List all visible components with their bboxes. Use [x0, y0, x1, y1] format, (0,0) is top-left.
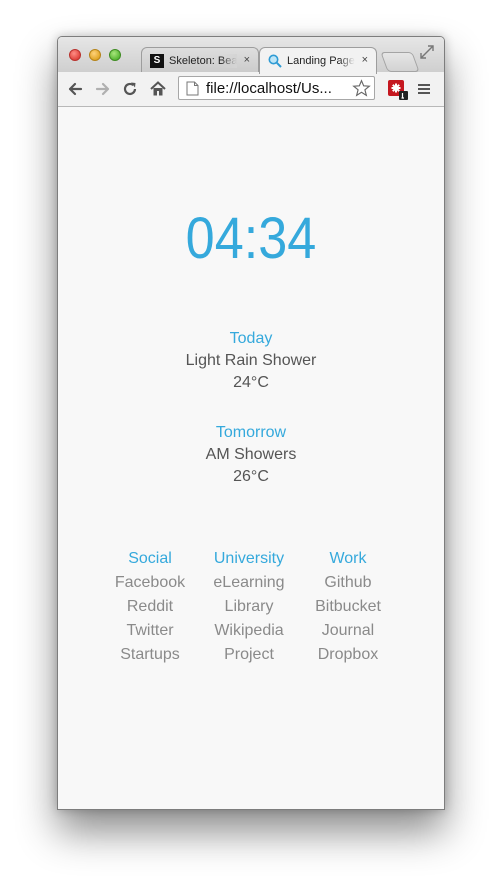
- weather-tomorrow-heading: Tomorrow: [215, 424, 287, 441]
- weather-today-condition: Light Rain Shower: [185, 352, 317, 369]
- link-group-work: Work Github Bitbucket Journal Dropbox: [298, 549, 398, 669]
- tab-title: Skeleton: Beautiful Boilerplate: [169, 54, 237, 68]
- url-text[interactable]: file://localhost/Us...: [206, 80, 346, 97]
- link-elearning[interactable]: eLearning: [199, 573, 299, 597]
- link-group-heading: University: [213, 550, 285, 567]
- link-project[interactable]: Project: [199, 645, 299, 669]
- weather-tomorrow-temp: 26°C: [233, 468, 269, 485]
- link-dropbox[interactable]: Dropbox: [298, 645, 398, 669]
- home-icon[interactable]: [149, 80, 167, 98]
- link-wikipedia[interactable]: Wikipedia: [199, 621, 299, 645]
- new-tab-button[interactable]: [380, 52, 420, 72]
- weather-today-temp: 24°C: [233, 374, 269, 391]
- bookmark-star-icon[interactable]: [352, 79, 371, 98]
- tab-close-icon[interactable]: ×: [362, 53, 368, 67]
- menu-icon[interactable]: [417, 82, 431, 96]
- page-content: 04:34 Today Light Rain Shower 24°C Tomor…: [58, 107, 444, 809]
- tab-title: Landing Page: [287, 54, 355, 68]
- link-bitbucket[interactable]: Bitbucket: [298, 597, 398, 621]
- link-startups[interactable]: Startups: [100, 645, 200, 669]
- link-reddit[interactable]: Reddit: [100, 597, 200, 621]
- weather-tomorrow-condition: AM Showers: [205, 446, 297, 463]
- link-facebook[interactable]: Facebook: [100, 573, 200, 597]
- link-library[interactable]: Library: [199, 597, 299, 621]
- title-bar: S Skeleton: Beautiful Boilerplate × Land…: [58, 37, 444, 74]
- back-arrow-icon[interactable]: [66, 80, 84, 98]
- forward-arrow-icon[interactable]: [94, 80, 112, 98]
- window-maximize-button[interactable]: [109, 49, 121, 61]
- browser-toolbar: file://localhost/Us...: [58, 72, 444, 107]
- link-group-heading: Work: [329, 550, 367, 567]
- weather-today-heading: Today: [229, 330, 273, 347]
- tab-skeleton[interactable]: S Skeleton: Beautiful Boilerplate ×: [141, 47, 259, 73]
- clock: 04:34: [185, 206, 317, 271]
- link-group-social: Social Facebook Reddit Twitter Startups: [100, 549, 200, 669]
- tab-landing-page[interactable]: Landing Page ×: [259, 47, 377, 74]
- magnifier-favicon-icon: [268, 54, 282, 68]
- page-icon: [186, 81, 199, 96]
- link-journal[interactable]: Journal: [298, 621, 398, 645]
- browser-window: S Skeleton: Beautiful Boilerplate × Land…: [57, 36, 445, 810]
- lastpass-extension-icon[interactable]: [387, 79, 409, 101]
- address-bar[interactable]: file://localhost/Us...: [178, 76, 375, 100]
- link-github[interactable]: Github: [298, 573, 398, 597]
- tab-close-icon[interactable]: ×: [244, 53, 250, 67]
- window-close-button[interactable]: [69, 49, 81, 61]
- reload-icon[interactable]: [121, 80, 139, 98]
- fullscreen-icon[interactable]: [419, 44, 435, 60]
- link-group-university: University eLearning Library Wikipedia P…: [199, 549, 299, 669]
- link-group-heading: Social: [128, 550, 172, 567]
- link-twitter[interactable]: Twitter: [100, 621, 200, 645]
- skeleton-favicon-icon: S: [150, 54, 164, 68]
- window-minimize-button[interactable]: [89, 49, 101, 61]
